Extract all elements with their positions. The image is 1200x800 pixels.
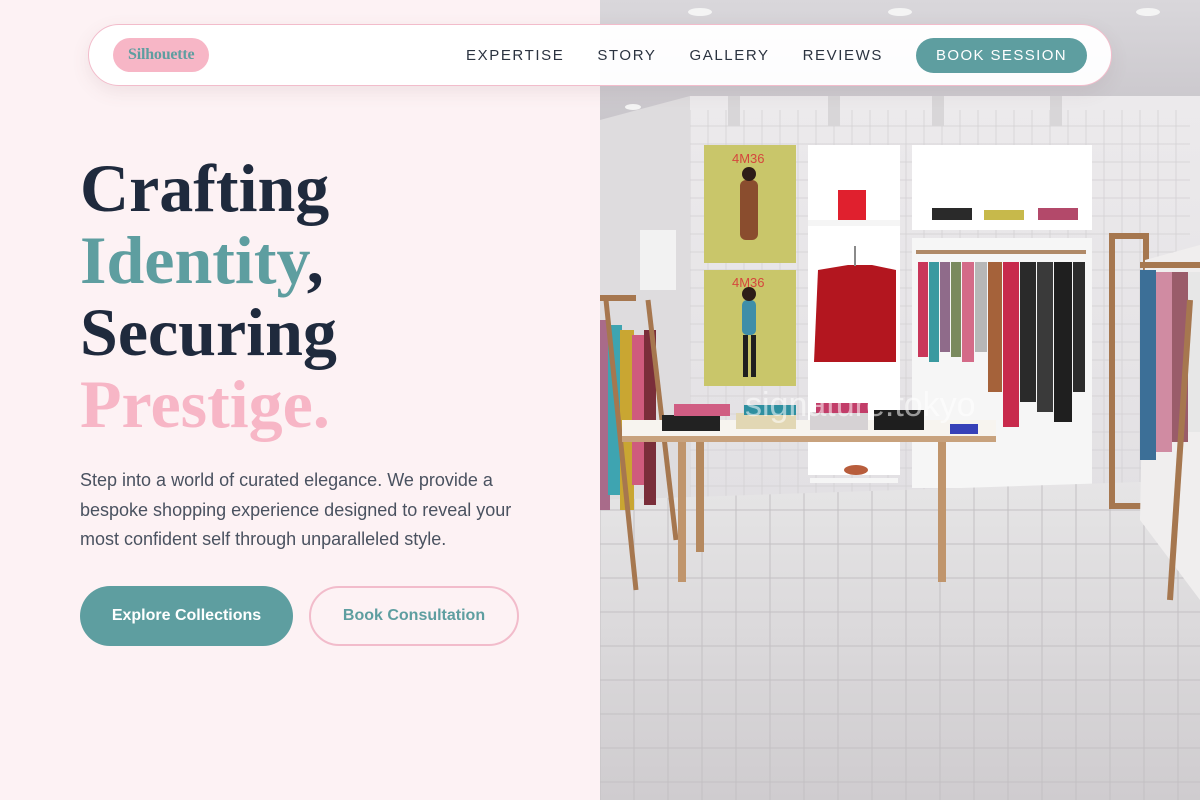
hero-subtext: Step into a world of curated elegance. W… [80,470,512,549]
headline-line-1: Crafting [80,150,330,226]
headline-comma: , [306,222,324,298]
book-session-button[interactable]: BOOK SESSION [916,37,1087,73]
book-consultation-button[interactable]: Book Consultation [309,586,519,646]
boutique-photo: 4M36 4M36 signature.tokyo [600,0,1200,800]
nav-link-expertise[interactable]: EXPERTISE [466,47,564,64]
hero-headline: Crafting Identity, Securing Prestige. [80,152,337,440]
nav-link-gallery[interactable]: GALLERY [689,47,769,64]
hero-panel: Crafting Identity, Securing Prestige. St… [0,0,600,800]
headline-accent-identity: Identity [80,222,307,298]
photo-watermark: signature.tokyo [745,386,976,424]
top-navbar: Silhouette EXPERTISE STORY GALLERY REVIE… [88,24,1112,86]
nav-links: EXPERTISE STORY GALLERY REVIEWS BOOK SES… [466,37,1087,73]
brand-logo[interactable]: Silhouette [113,38,210,72]
headline-line-3: Securing [80,294,337,370]
nav-link-reviews[interactable]: REVIEWS [803,47,883,64]
nav-link-story[interactable]: STORY [597,47,656,64]
headline-accent-prestige: Prestige. [80,366,330,442]
poster-text-1: 4M36 [732,151,765,166]
headline-line-2: Identity, [80,224,337,296]
explore-collections-button[interactable]: Explore Collections [80,586,293,646]
